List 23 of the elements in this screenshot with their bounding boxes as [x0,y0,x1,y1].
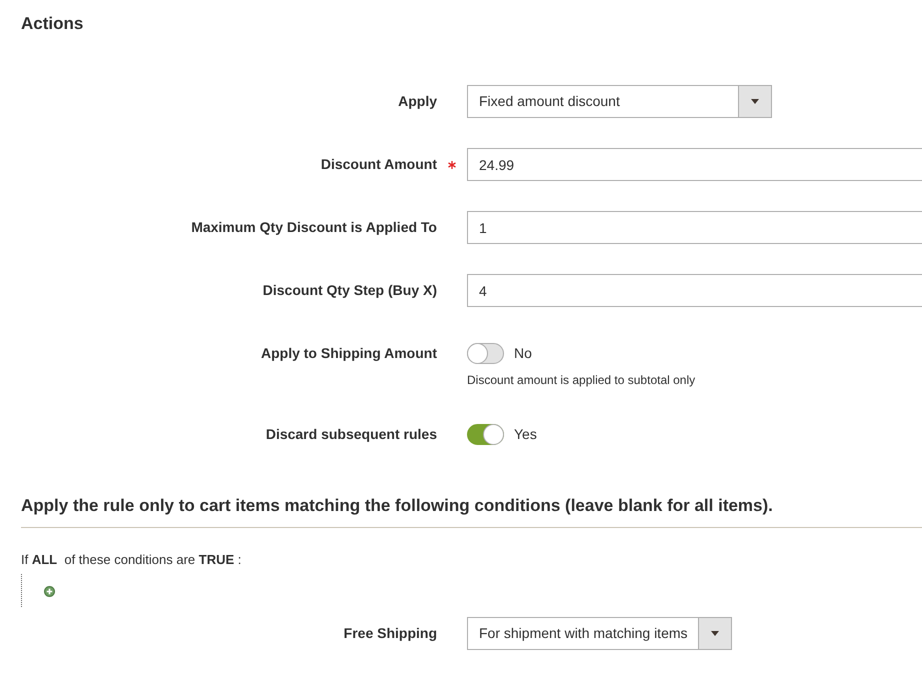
text-input[interactable]: 1 [467,211,922,244]
caret-icon [751,99,759,104]
field-note: Discount amount is applied to subtotal only [467,372,696,388]
select-field[interactable]: Fixed amount discount [467,85,772,118]
field-label: Discount Amount [320,155,437,174]
toggle-switch[interactable] [467,424,504,445]
toggle-state-label: Yes [514,425,537,444]
field-label: Apply [398,92,437,111]
section-heading: Apply the rule only to cart items matching the following conditions (leave blank for all items). [21,495,774,517]
caret-icon [710,631,719,636]
field-label: Discard subsequent rules [266,425,437,444]
toggle-state-label: No [514,344,532,363]
field-label: Discount Qty Step (Buy X) [262,281,437,300]
section-title: Actions [21,13,84,35]
toggle-switch[interactable] [467,343,504,364]
field-label: Maximum Qty Discount is Applied To [191,218,437,237]
field-label: Free Shipping [344,624,437,643]
plus-circle-icon[interactable] [44,586,55,597]
select-field[interactable]: For shipment with matching items [467,617,732,650]
conditions-statement: If ALL of these conditions are TRUE : [21,551,242,569]
text-input[interactable]: 4 [467,274,922,307]
field-label: Apply to Shipping Amount [260,344,437,363]
text-input[interactable]: 24.99 [467,148,922,181]
